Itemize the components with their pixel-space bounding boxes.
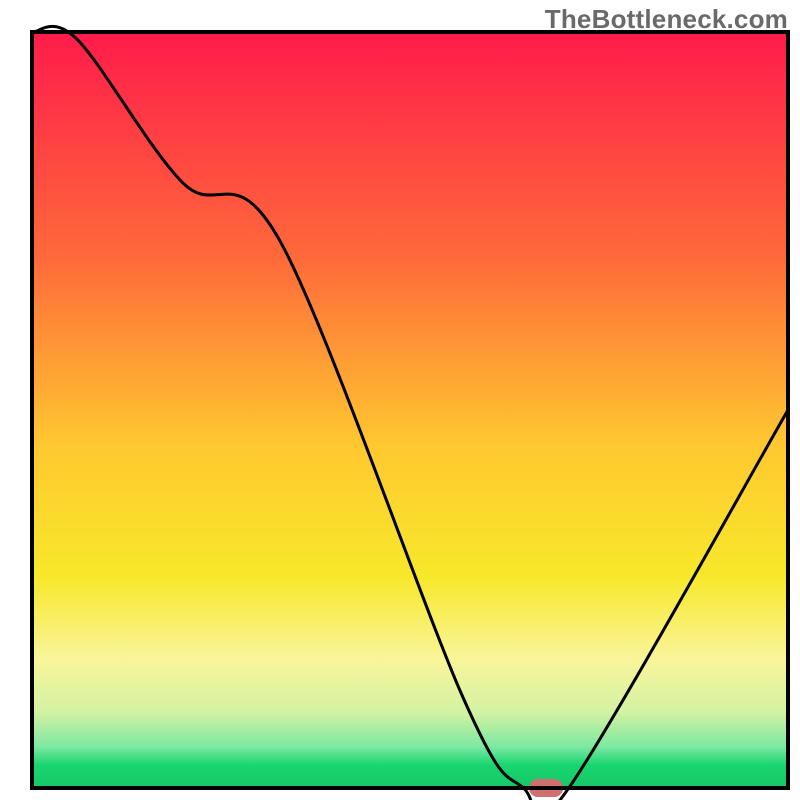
chart-stage: TheBottleneck.com [0, 0, 800, 800]
watermark-label: TheBottleneck.com [545, 4, 788, 35]
bottleneck-chart [0, 0, 800, 800]
plot-background [32, 32, 788, 788]
